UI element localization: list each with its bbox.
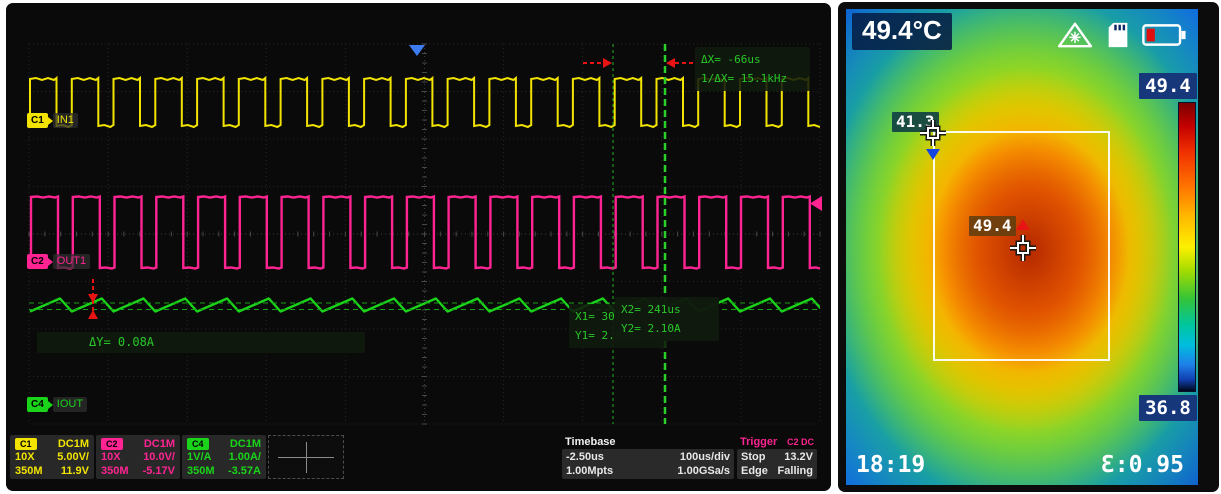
c1-offset: 11.9V xyxy=(61,465,89,477)
c4-status-badge: C4 xyxy=(187,438,209,450)
timebase-scale: 100us/div xyxy=(680,451,730,463)
inv-dx-value: 1/ΔX= 15.1kHz xyxy=(701,69,804,88)
c2-bandwidth: 350M xyxy=(101,465,129,477)
graticule xyxy=(29,44,820,424)
c1-probe: 10X xyxy=(15,451,35,463)
timebase-points: 1.00Mpts xyxy=(566,465,613,477)
status-icons xyxy=(1056,21,1186,49)
c1-status-badge: C1 xyxy=(15,438,37,450)
thermal-image: 49.4°C xyxy=(846,9,1198,485)
c2-coupling: DC1M xyxy=(144,438,175,450)
screenshot-stage: ΔX= -66us 1/ΔX= 15.1kHz X1= 307us Y1= 2.… xyxy=(0,0,1221,494)
c1-coupling: DC1M xyxy=(58,438,89,450)
c1-bandwidth: 350M xyxy=(15,465,43,477)
trigger-title: Trigger xyxy=(740,436,777,448)
timebase-box[interactable]: Timebase -2.50us 100us/div 1.00Mpts 1.00… xyxy=(562,435,734,479)
c4-coupling: DC1M xyxy=(230,438,261,450)
c4-badge: C4 xyxy=(27,397,48,412)
battery-icon xyxy=(1142,22,1186,48)
c4-alias: IOUT xyxy=(53,397,87,412)
scale-min-label: 36.8 xyxy=(1139,395,1197,421)
y2-value: Y2= 2.10A xyxy=(621,319,713,338)
delta-x-readout: ΔX= -66us 1/ΔX= 15.1kHz xyxy=(695,47,810,91)
spot-temperature-readout: 49.4°C xyxy=(852,13,952,50)
temperature-colorbar xyxy=(1178,102,1196,392)
trigger-slope: Falling xyxy=(778,465,813,477)
waveforms xyxy=(29,78,831,312)
oscilloscope-panel: ΔX= -66us 1/ΔX= 15.1kHz X1= 307us Y1= 2.… xyxy=(6,3,831,491)
cursor-position-box[interactable] xyxy=(268,435,344,479)
trigger-source: C2 DC xyxy=(787,437,814,447)
c4-bandwidth: 350M xyxy=(187,465,215,477)
c2-offset: -5.17V xyxy=(143,465,175,477)
sd-card-icon xyxy=(1105,21,1131,49)
trigger-box[interactable]: Trigger C2 DC Stop 13.2V Edge Falling xyxy=(737,435,817,479)
c2-scale: 10.0V/ xyxy=(143,451,175,463)
c4-scale: 1.00A/ xyxy=(229,451,261,463)
timebase-title: Timebase xyxy=(565,436,616,448)
timebase-rate: 1.00GSa/s xyxy=(677,465,730,477)
trigger-level-icon[interactable] xyxy=(810,196,822,211)
c1-badge: C1 xyxy=(27,113,48,128)
c2-probe: 10X xyxy=(101,451,121,463)
channel-status-c4[interactable]: C4 DC1M 1V/A 1.00A/ 350M -3.57A xyxy=(182,435,266,479)
thermal-camera-panel: 49.4°C xyxy=(838,2,1219,492)
c2-alias: OUT1 xyxy=(53,254,90,269)
dx-value: ΔX= -66us xyxy=(701,50,804,69)
c2-badge: C2 xyxy=(27,254,48,269)
cold-spot-crosshair-icon[interactable] xyxy=(918,118,948,148)
c4-probe: 1V/A xyxy=(187,451,211,463)
channel-label-c1[interactable]: C1 IN1 xyxy=(27,113,78,128)
x2-y2-readout: X2= 241us Y2= 2.10A xyxy=(615,297,719,341)
scope-status-bar: C1 DC1M 10X 5.00V/ 350M 11.9V C2 DC1M xyxy=(6,435,831,485)
trigger-type: Edge xyxy=(741,465,768,477)
scale-max-label: 49.4 xyxy=(1139,73,1197,99)
channel-label-c4[interactable]: C4 IOUT xyxy=(27,397,87,412)
c4-offset: -3.57A xyxy=(228,465,261,477)
dy-value: ΔY= 0.08A xyxy=(89,335,154,349)
trigger-level: 13.2V xyxy=(784,451,813,463)
emissivity-readout: Ɛ:0.95 xyxy=(1101,452,1184,478)
hot-spot-crosshair-icon[interactable] xyxy=(1008,233,1038,263)
c1-alias: IN1 xyxy=(53,113,78,128)
hot-marker-arrow-icon xyxy=(1016,219,1030,230)
channel-status-c2[interactable]: C2 DC1M 10X 10.0V/ 350M -5.17V xyxy=(96,435,180,479)
trigger-mode: Stop xyxy=(741,451,765,463)
c2-status-badge: C2 xyxy=(101,438,123,450)
trigger-position-icon[interactable] xyxy=(409,45,425,56)
delta-x-arrows xyxy=(583,58,695,68)
cold-marker-arrow-icon xyxy=(926,149,940,160)
timebase-delay: -2.50us xyxy=(566,451,604,463)
c1-scale: 5.00V/ xyxy=(57,451,89,463)
clock-readout: 18:19 xyxy=(856,452,925,478)
channel-label-c2[interactable]: C2 OUT1 xyxy=(27,254,90,269)
channel-status-c1[interactable]: C1 DC1M 10X 5.00V/ 350M 11.9V xyxy=(10,435,94,479)
delta-y-readout: ΔY= 0.08A xyxy=(37,332,365,353)
laser-warning-icon xyxy=(1056,21,1094,49)
plus-icon xyxy=(306,442,307,473)
x2-value: X2= 241us xyxy=(621,300,713,319)
